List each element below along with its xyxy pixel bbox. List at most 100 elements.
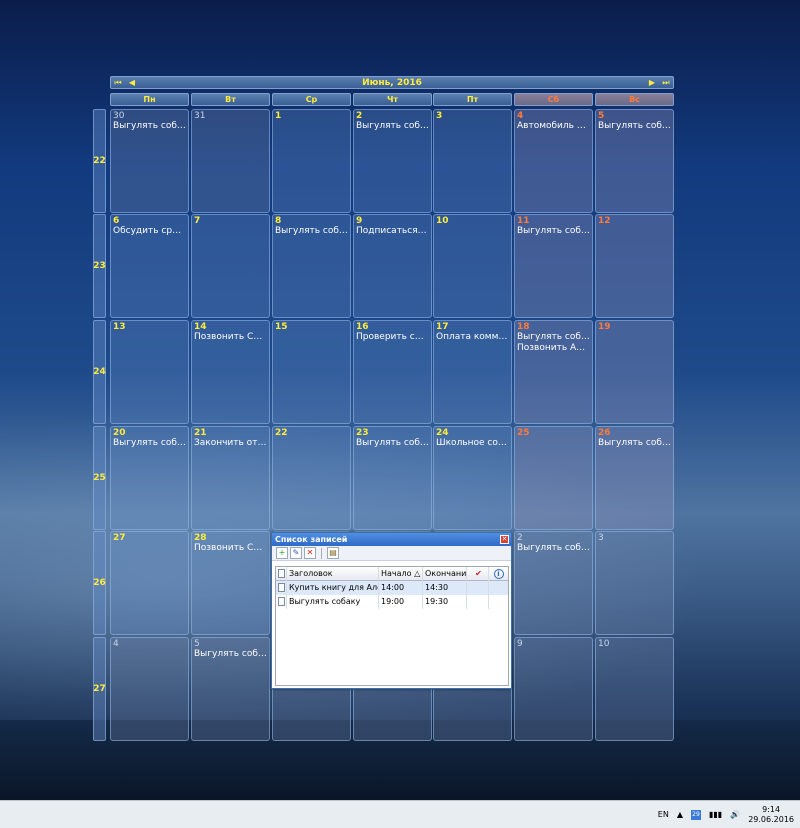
day-number: 8 xyxy=(275,216,282,226)
day-cell[interactable]: 3 xyxy=(595,531,674,635)
week-number[interactable]: 23 xyxy=(93,214,106,318)
day-cell[interactable]: 31 xyxy=(191,109,270,213)
calendar-event[interactable]: Подписаться на... xyxy=(356,226,429,237)
calendar-event[interactable]: Выгулять собаку xyxy=(194,649,267,660)
day-number: 21 xyxy=(194,428,207,438)
show-hidden-icons-icon[interactable]: ▲ xyxy=(677,810,683,819)
week-number[interactable]: 26 xyxy=(93,531,106,635)
day-cell[interactable]: 9 xyxy=(514,637,593,741)
checkmark-icon[interactable]: ✔ xyxy=(467,566,489,581)
calendar-event[interactable]: Обсудить сроки... xyxy=(113,226,186,237)
day-cell[interactable]: 14Позвонить Свет... xyxy=(191,320,270,424)
day-cell[interactable]: 8 Выгулять собаку xyxy=(272,214,351,318)
day-cell[interactable]: 16Проверить срок... xyxy=(353,320,432,424)
volume-icon[interactable]: 🔊 xyxy=(730,810,740,819)
day-number: 27 xyxy=(113,533,126,543)
calendar-event[interactable]: Закончить отчет xyxy=(194,438,267,449)
day-cell[interactable]: 4Автомобиль на ... xyxy=(514,109,593,213)
day-number: 3 xyxy=(436,111,443,121)
prev-month-button[interactable]: ◀ xyxy=(125,77,139,88)
language-indicator[interactable]: EN xyxy=(658,810,669,819)
clock[interactable]: 9:14 29.06.2016 xyxy=(748,805,794,825)
calendar-event[interactable]: Выгулять собаку xyxy=(517,543,590,554)
delete-entry-icon[interactable]: ✕ xyxy=(304,547,316,559)
calendar-event[interactable]: Выгулять собаку xyxy=(598,438,671,449)
week-number[interactable]: 25 xyxy=(93,426,106,530)
last-month-button[interactable]: ⏭ xyxy=(659,77,673,88)
row-done xyxy=(467,581,489,595)
day-cell[interactable]: 7 xyxy=(191,214,270,318)
row-done xyxy=(467,595,489,609)
calendar-event[interactable]: Школьное собра... xyxy=(436,438,509,449)
calendar-event[interactable]: Выгулять собаку xyxy=(113,121,186,132)
first-month-button[interactable]: ⏮ xyxy=(111,77,125,88)
day-cell[interactable]: 18 Выгулять собаку Позвонить Анне xyxy=(514,320,593,424)
week-number[interactable]: 24 xyxy=(93,320,106,424)
taskbar: EN ▲ 29 ▮▮▮ 🔊 9:14 29.06.2016 xyxy=(0,800,800,828)
day-cell[interactable]: 25 xyxy=(514,426,593,530)
print-entry-icon[interactable]: ▤ xyxy=(327,547,339,559)
day-cell[interactable]: 2 Выгулять собаку xyxy=(514,531,593,635)
day-cell[interactable]: 13 xyxy=(110,320,189,424)
day-cell[interactable]: 10 xyxy=(595,637,674,741)
doc-column-header[interactable] xyxy=(276,566,287,581)
calendar-event[interactable]: Выгулять собаку xyxy=(275,226,348,237)
day-cell[interactable]: 17Оплата коммун... xyxy=(433,320,512,424)
day-cell[interactable]: 19 xyxy=(595,320,674,424)
column-end[interactable]: Окончание xyxy=(423,566,467,581)
column-info[interactable]: i xyxy=(489,567,506,581)
day-cell[interactable]: 1 xyxy=(272,109,351,213)
close-icon[interactable]: ✕ xyxy=(500,535,509,544)
day-cell[interactable]: 15 xyxy=(272,320,351,424)
day-cell[interactable]: 26 Выгулять собаку xyxy=(595,426,674,530)
column-title[interactable]: Заголовок xyxy=(287,566,379,581)
day-cell[interactable]: 2 Выгулять собаку xyxy=(353,109,432,213)
table-row[interactable]: Купить книгу для Алены14:0014:30 xyxy=(276,581,508,595)
day-cell[interactable]: 30 Выгулять собаку xyxy=(110,109,189,213)
day-cell[interactable]: 24Школьное собра... xyxy=(433,426,512,530)
day-cell[interactable]: 12 xyxy=(595,214,674,318)
row-icon xyxy=(276,595,287,609)
network-icon[interactable]: ▮▮▮ xyxy=(709,810,722,819)
day-number: 26 xyxy=(598,428,611,438)
day-cell[interactable]: 9Подписаться на... xyxy=(353,214,432,318)
day-cell[interactable]: 6Обсудить сроки... xyxy=(110,214,189,318)
add-entry-icon[interactable]: + xyxy=(276,547,288,559)
dialog-title-bar[interactable]: Список записей ✕ xyxy=(272,533,511,546)
calendar-event[interactable]: Выгулять собаку xyxy=(113,438,186,449)
day-number: 4 xyxy=(517,111,524,121)
table-row[interactable]: Выгулять собаку 19:00 19:30 xyxy=(276,595,508,609)
day-cell[interactable]: 3 xyxy=(433,109,512,213)
day-cell[interactable]: 21 Закончить отчет xyxy=(191,426,270,530)
week-number[interactable]: 22 xyxy=(93,109,106,213)
calendar-event[interactable]: Автомобиль на ... xyxy=(517,121,590,132)
calendar-event[interactable]: Выгулять собаку xyxy=(356,121,429,132)
day-cell[interactable]: 4 xyxy=(110,637,189,741)
next-month-button[interactable]: ▶ xyxy=(645,77,659,88)
day-cell[interactable]: 28Позвонить Серг... xyxy=(191,531,270,635)
day-cell[interactable]: 10 xyxy=(433,214,512,318)
row-icon xyxy=(276,581,287,595)
calendar-event[interactable]: Оплата коммун... xyxy=(436,332,509,343)
calendar-event[interactable]: Позвонить Серг... xyxy=(194,543,267,554)
calendar-event[interactable]: Проверить срок... xyxy=(356,332,429,343)
document-icon xyxy=(277,597,285,606)
day-cell[interactable]: 23 Выгулять собаку xyxy=(353,426,432,530)
day-cell[interactable]: 22 xyxy=(272,426,351,530)
calendar-tray-icon[interactable]: 29 xyxy=(691,809,701,820)
calendar-event[interactable]: Выгулять собаку xyxy=(517,332,590,343)
day-cell[interactable]: 5 Выгулять собаку xyxy=(191,637,270,741)
calendar-event[interactable]: Выгулять собаку xyxy=(598,121,671,132)
column-start[interactable]: Начало △ xyxy=(379,566,423,581)
calendar-event[interactable]: Выгулять собаку xyxy=(517,226,590,237)
edit-entry-icon[interactable]: ✎ xyxy=(290,547,302,559)
day-cell[interactable]: 11 Выгулять собаку xyxy=(514,214,593,318)
day-cell[interactable]: 27 xyxy=(110,531,189,635)
calendar-event[interactable]: Выгулять собаку xyxy=(356,438,429,449)
calendar-event[interactable]: Позвонить Свет... xyxy=(194,332,267,343)
calendar-event[interactable]: Позвонить Анне xyxy=(517,343,590,354)
week-number[interactable]: 27 xyxy=(93,637,106,741)
day-number: 19 xyxy=(598,322,611,332)
day-cell[interactable]: 20 Выгулять собаку xyxy=(110,426,189,530)
day-cell[interactable]: 5 Выгулять собаку xyxy=(595,109,674,213)
